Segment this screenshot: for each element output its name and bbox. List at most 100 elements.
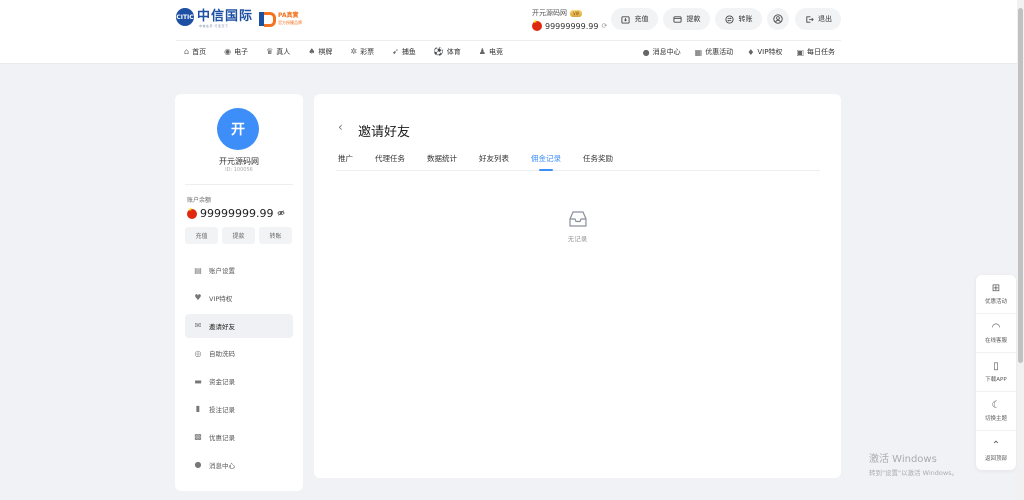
deposit-icon <box>621 14 631 24</box>
sidebar-item-promo-records[interactable]: ▩ 优惠记录 <box>185 425 293 449</box>
moon-icon: ☾ <box>991 400 1001 411</box>
balance-label: 账户余额 <box>187 197 212 204</box>
nav-daily-tasks-label: 每日任务 <box>807 48 835 56</box>
nav-vip[interactable]: ♦ VIP特权 <box>747 47 782 57</box>
arrow-up-icon: ⌃ <box>991 439 1001 451</box>
header-deposit-label: 充值 <box>634 15 649 23</box>
nav-cards-label: 棋牌 <box>318 47 333 56</box>
float-promotions[interactable]: ⊞ 优惠活动 <box>976 275 1016 314</box>
invite-friends-panel: ‹ 邀请好友 推广 代理任务 数据统计 好友列表 佣金记录 任务奖励 无记录 <box>314 94 841 478</box>
diamond-icon: ♥ <box>194 293 202 303</box>
sidebar-item-label: VIP特权 <box>209 294 233 303</box>
header-balance: 99999999.99 <box>545 21 599 31</box>
cny-flag-icon <box>187 207 197 219</box>
nav-lottery[interactable]: ✲ 彩票 <box>350 47 374 57</box>
nav-home[interactable]: ⌂ 首页 <box>184 47 206 57</box>
id-card-icon: ▤ <box>194 265 202 275</box>
float-back-to-top[interactable]: ⌃ 返回顶部 <box>976 431 1016 470</box>
float-switch-theme[interactable]: ☾ 切换主题 <box>976 392 1016 431</box>
float-label: 在线客服 <box>984 338 1007 344</box>
float-download-app[interactable]: ▯ 下载APP <box>976 353 1016 392</box>
promo-icon: ▦ <box>694 47 703 57</box>
eye-hidden-icon[interactable] <box>277 209 286 218</box>
sidebar-username: 开元源码网 <box>219 157 259 166</box>
nav-promotions[interactable]: ▦ 优惠活动 <box>695 47 734 57</box>
header-withdraw-button[interactable]: 提款 <box>663 8 710 30</box>
nav-esports[interactable]: ♟ 电竞 <box>479 47 503 57</box>
back-arrow-icon[interactable]: ‹ <box>338 120 343 134</box>
tab-friend-list[interactable]: 好友列表 <box>477 151 511 170</box>
esports-icon: ♟ <box>478 47 486 56</box>
scrollbar-thumb[interactable] <box>1018 8 1023 363</box>
nav-sports[interactable]: ⚽ 体育 <box>434 47 461 57</box>
logout-icon <box>804 14 814 24</box>
page-title: 邀请好友 <box>358 125 411 140</box>
header-logout-label: 退出 <box>818 15 832 23</box>
invite-icon: ✉ <box>194 321 202 331</box>
sidebar-item-label: 投注记录 <box>209 405 235 414</box>
sidebar-transfer-button[interactable]: 转账 <box>259 227 292 244</box>
sidebar-item-label: 自助洗码 <box>209 350 235 359</box>
invite-tabs: 推广 代理任务 数据统计 好友列表 佣金记录 任务奖励 <box>336 151 820 171</box>
tab-agent-tasks[interactable]: 代理任务 <box>373 151 407 170</box>
nav-daily-tasks[interactable]: ▣ 每日任务 <box>796 47 835 57</box>
float-label: 下载APP <box>985 377 1007 383</box>
header-profile-button[interactable] <box>767 8 789 30</box>
cny-flag-icon <box>532 19 542 31</box>
nav-messages[interactable]: ● 消息中心 <box>643 47 681 57</box>
nav-home-label: 首页 <box>192 47 207 56</box>
header-logout-button[interactable]: 退出 <box>795 8 841 30</box>
sidebar-divider <box>185 184 293 185</box>
nav-fishing[interactable]: ➹ 捕鱼 <box>392 47 416 57</box>
tab-commission-records[interactable]: 佣金记录 <box>529 151 563 171</box>
fishing-icon: ➹ <box>392 47 399 56</box>
nav-slots-label: 电子 <box>234 47 249 56</box>
empty-state-text: 无记录 <box>567 235 588 243</box>
sidebar-item-message-center[interactable]: ● 消息中心 <box>185 453 293 477</box>
sidebar-withdraw-button[interactable]: 提款 <box>222 227 255 244</box>
nav-slots[interactable]: ◉ 电子 <box>224 47 248 57</box>
logo-text: 中信国际 <box>197 9 254 24</box>
page-scrollbar[interactable] <box>1017 0 1024 500</box>
sidebar-item-fund-records[interactable]: ▬ 资金记录 <box>185 369 293 393</box>
chat-icon: ● <box>194 460 202 470</box>
sports-icon: ⚽ <box>433 47 444 56</box>
watermark-title: 激活 Windows <box>869 454 937 465</box>
sidebar-item-invite-friends[interactable]: ✉ 邀请好友 <box>185 313 293 338</box>
logo-emblem-icon: CITIC <box>176 8 194 26</box>
sidebar-item-account-settings[interactable]: ▤ 账户设置 <box>185 258 293 282</box>
nav-lottery-label: 彩票 <box>360 47 375 56</box>
empty-inbox-icon <box>567 209 589 229</box>
nav-messages-label: 消息中心 <box>652 48 681 56</box>
nav-live-label: 真人 <box>276 47 291 56</box>
top-header: CITIC 中信国际 中信在手 行走天下 PA真實 官方授權品牌 开元源码网 VI… <box>0 0 1024 64</box>
partner-subtitle: 官方授權品牌 <box>278 20 302 25</box>
account-sidebar: 开 开元源码网 ID: 100056 账户余额 99999999.99 充值 提… <box>175 94 303 491</box>
header-transfer-label: 转账 <box>738 15 753 23</box>
sidebar-deposit-button[interactable]: 充值 <box>185 227 218 244</box>
nav-esports-label: 电竞 <box>488 47 503 56</box>
header-transfer-button[interactable]: 转账 <box>715 8 762 30</box>
header-username: 开元源码网 <box>532 9 567 17</box>
header-deposit-button[interactable]: 充值 <box>611 8 658 30</box>
main-nav: ⌂ 首页 ◉ 电子 ♛ 真人 ♠ 棋牌 ✲ 彩票 ➹ 捕鱼 ⚽ 体育 ♟ 电竞 ● 消息中心 ▦ 优… <box>176 40 841 62</box>
headset-icon: ◠ <box>991 322 1001 333</box>
sidebar-item-self-rebate[interactable]: ◎ 自助洗码 <box>185 341 293 365</box>
tab-promotion[interactable]: 推广 <box>336 151 355 170</box>
tab-statistics[interactable]: 数据统计 <box>425 151 459 170</box>
clipboard-icon: ▮ <box>195 404 201 414</box>
nav-live-casino[interactable]: ♛ 真人 <box>266 47 290 57</box>
sidebar-item-vip[interactable]: ♥ VIP特权 <box>185 286 293 310</box>
tab-task-rewards[interactable]: 任务奖励 <box>581 151 615 170</box>
nav-cards[interactable]: ♠ 棋牌 <box>308 47 332 57</box>
refresh-icon[interactable]: ⟳ <box>601 22 607 30</box>
partner-title: PA真實 <box>278 12 299 19</box>
sidebar-item-bet-records[interactable]: ▮ 投注记录 <box>185 397 293 421</box>
float-customer-service[interactable]: ◠ 在线客服 <box>976 314 1016 353</box>
nav-fishing-label: 捕鱼 <box>401 47 416 56</box>
chip-icon: ◎ <box>194 348 202 358</box>
wallet-icon: ▬ <box>194 376 202 386</box>
empty-state: 无记录 <box>314 209 841 243</box>
partner-logo: PA真實 官方授權品牌 <box>258 11 302 27</box>
avatar[interactable]: 开 <box>217 108 259 150</box>
